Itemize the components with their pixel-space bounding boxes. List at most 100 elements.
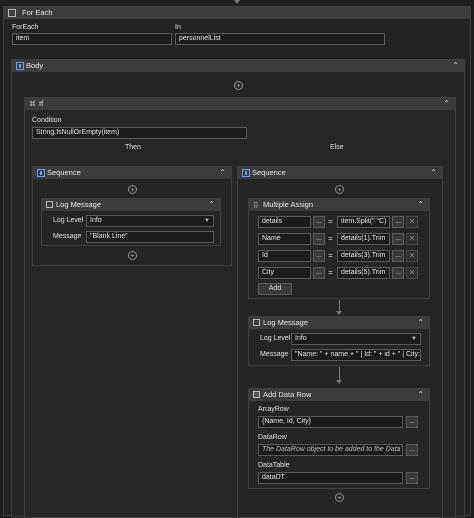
- assign-add-button[interactable]: Add: [258, 283, 292, 295]
- else-log-message-label: Message: [260, 351, 289, 358]
- assign-icon: ⠿: [253, 201, 259, 210]
- then-log-icon: [46, 201, 53, 208]
- datarow-ellipsis-button[interactable]: ...: [406, 444, 418, 456]
- assign-left-input[interactable]: details: [258, 216, 311, 228]
- then-sequence-header[interactable]: Sequence ⌃: [33, 167, 231, 179]
- foreach-header[interactable]: For Each: [4, 7, 470, 19]
- assign-right-ellipsis-button[interactable]: ...: [392, 267, 404, 279]
- then-sequence[interactable]: Sequence ⌃ + Log Message ⌃ Log Level Inf…: [32, 166, 232, 266]
- condition-label: Condition: [32, 117, 62, 124]
- else-sequence-collapse-icon[interactable]: ⌃: [430, 167, 437, 179]
- body-header[interactable]: Body ⌃: [12, 60, 464, 72]
- then-log-level-select[interactable]: Info ▼: [86, 215, 214, 227]
- else-sequence-header[interactable]: Sequence ⌃: [238, 167, 442, 179]
- datatable-ellipsis-button[interactable]: ...: [406, 472, 418, 484]
- assign-right-input[interactable]: details(5).Trim: [337, 267, 390, 279]
- if-collapse-icon[interactable]: ⌃: [443, 98, 450, 110]
- else-sequence-title: Sequence: [252, 168, 286, 177]
- then-log-level-dropdown-icon: ▼: [204, 218, 210, 224]
- then-sequence-title: Sequence: [47, 168, 81, 177]
- then-log-collapse-icon[interactable]: ⌃: [208, 199, 215, 211]
- datarow-input[interactable]: The DataRow object to be added to the Da…: [258, 444, 403, 456]
- else-log-message[interactable]: Log Message ⌃ Log Level Info ▼ Message "…: [248, 316, 430, 366]
- arrayrow-input[interactable]: {Name, Id, City}: [258, 416, 403, 428]
- then-add-top-icon[interactable]: +: [128, 185, 137, 194]
- assign-right-ellipsis-button[interactable]: ...: [392, 250, 404, 262]
- assign-right-ellipsis-button[interactable]: ...: [392, 216, 404, 228]
- if-title: If: [39, 99, 44, 108]
- assign-remove-icon[interactable]: ✕: [406, 250, 418, 262]
- then-log-message[interactable]: Log Message ⌃ Log Level Info ▼ Message "…: [41, 198, 221, 246]
- else-add-bottom-icon[interactable]: +: [335, 493, 344, 502]
- assign-left-ellipsis-button[interactable]: ...: [313, 250, 325, 262]
- else-connector-line: [339, 367, 340, 381]
- assign-left-ellipsis-button[interactable]: ...: [313, 216, 325, 228]
- datarow-title: Add Data Row: [263, 390, 312, 399]
- assign-remove-icon[interactable]: ✕: [406, 216, 418, 228]
- else-log-level-dropdown-icon: ▼: [411, 336, 417, 342]
- if-activity[interactable]: ⌘ If ⌃ Condition String.IsNullOrEmpty(it…: [24, 97, 456, 518]
- else-log-icon: [253, 319, 260, 326]
- else-log-level-select[interactable]: Info ▼: [291, 333, 421, 345]
- else-log-header[interactable]: Log Message ⌃: [249, 317, 429, 329]
- else-sequence[interactable]: Sequence ⌃ + ⠿ Multiple Assign ⌃ details…: [237, 166, 443, 518]
- datarow-collapse-icon[interactable]: ⌃: [417, 389, 424, 401]
- datarow-icon: [253, 391, 260, 398]
- else-log-level-label: Log Level: [260, 335, 291, 342]
- else-add-top-icon[interactable]: +: [335, 185, 344, 194]
- body-sequence-icon: [16, 62, 24, 70]
- assign-left-ellipsis-button[interactable]: ...: [313, 233, 325, 245]
- body-title: Body: [26, 61, 44, 70]
- in-label: In: [175, 24, 181, 31]
- assign-remove-icon[interactable]: ✕: [406, 233, 418, 245]
- foreach-item-input[interactable]: item: [12, 33, 172, 45]
- else-connector-arrow: [336, 380, 342, 384]
- then-sequence-icon: [37, 169, 45, 177]
- then-log-level-label: Log Level: [53, 217, 84, 224]
- foreach-title: For Each: [22, 8, 53, 17]
- if-icon: ⌘: [29, 101, 36, 108]
- assign-right-ellipsis-button[interactable]: ...: [392, 233, 404, 245]
- assign-left-input[interactable]: Name: [258, 233, 311, 245]
- arrayrow-label: ArrayRow: [258, 406, 289, 413]
- assign-right-input[interactable]: details(3).Trim: [337, 250, 390, 262]
- body-activity[interactable]: Body ⌃ + ⌘ If ⌃ Condition String.IsNullO…: [11, 59, 465, 518]
- datarow-header[interactable]: Add Data Row ⌃: [249, 389, 429, 401]
- foreach-activity[interactable]: For Each ForEach In item personnelList B…: [3, 6, 471, 518]
- datatable-input[interactable]: dataDT: [258, 472, 403, 484]
- foreach-collection-input[interactable]: personnelList: [175, 33, 385, 45]
- then-label: Then: [125, 144, 141, 151]
- condition-input[interactable]: String.IsNullOrEmpty(item): [32, 127, 247, 139]
- assign-right-input[interactable]: item.Split(" "C): [337, 216, 390, 228]
- foreach-label: ForEach: [12, 24, 39, 31]
- else-log-title: Log Message: [263, 318, 309, 327]
- else-connector-arrow: [336, 311, 342, 315]
- then-add-bottom-icon[interactable]: +: [128, 251, 137, 260]
- assign-equals: =: [328, 268, 333, 277]
- then-log-header[interactable]: Log Message ⌃: [42, 199, 220, 211]
- add-data-row[interactable]: Add Data Row ⌃ ArrayRow {Name, Id, City}…: [248, 388, 430, 489]
- assign-collapse-icon[interactable]: ⌃: [417, 199, 424, 211]
- then-log-message-label: Message: [53, 233, 82, 240]
- assign-right-input[interactable]: details(1).Trim: [337, 233, 390, 245]
- foreach-icon: [8, 9, 16, 17]
- assign-left-input[interactable]: City: [258, 267, 311, 279]
- then-sequence-collapse-icon[interactable]: ⌃: [219, 167, 226, 179]
- multiple-assign[interactable]: ⠿ Multiple Assign ⌃ details ... = item.S…: [248, 198, 430, 299]
- arrayrow-ellipsis-button[interactable]: ...: [406, 416, 418, 428]
- assign-equals: =: [328, 234, 333, 243]
- if-header[interactable]: ⌘ If ⌃: [25, 98, 455, 110]
- then-log-message-input[interactable]: "Blank Line": [86, 231, 214, 243]
- else-log-message-input[interactable]: "Name: " + name + " | Id: " + id + " | C…: [291, 349, 421, 361]
- assign-equals: =: [328, 251, 333, 260]
- then-log-title: Log Message: [56, 200, 102, 209]
- assign-title: Multiple Assign: [263, 200, 314, 209]
- assign-remove-icon[interactable]: ✕: [406, 267, 418, 279]
- assign-left-input[interactable]: Id: [258, 250, 311, 262]
- assign-left-ellipsis-button[interactable]: ...: [313, 267, 325, 279]
- body-collapse-icon[interactable]: ⌃: [452, 60, 459, 72]
- assign-header[interactable]: ⠿ Multiple Assign ⌃: [249, 199, 429, 211]
- datatable-label: DataTable: [258, 462, 290, 469]
- else-log-collapse-icon[interactable]: ⌃: [417, 317, 424, 329]
- body-add-activity-icon[interactable]: +: [234, 81, 243, 90]
